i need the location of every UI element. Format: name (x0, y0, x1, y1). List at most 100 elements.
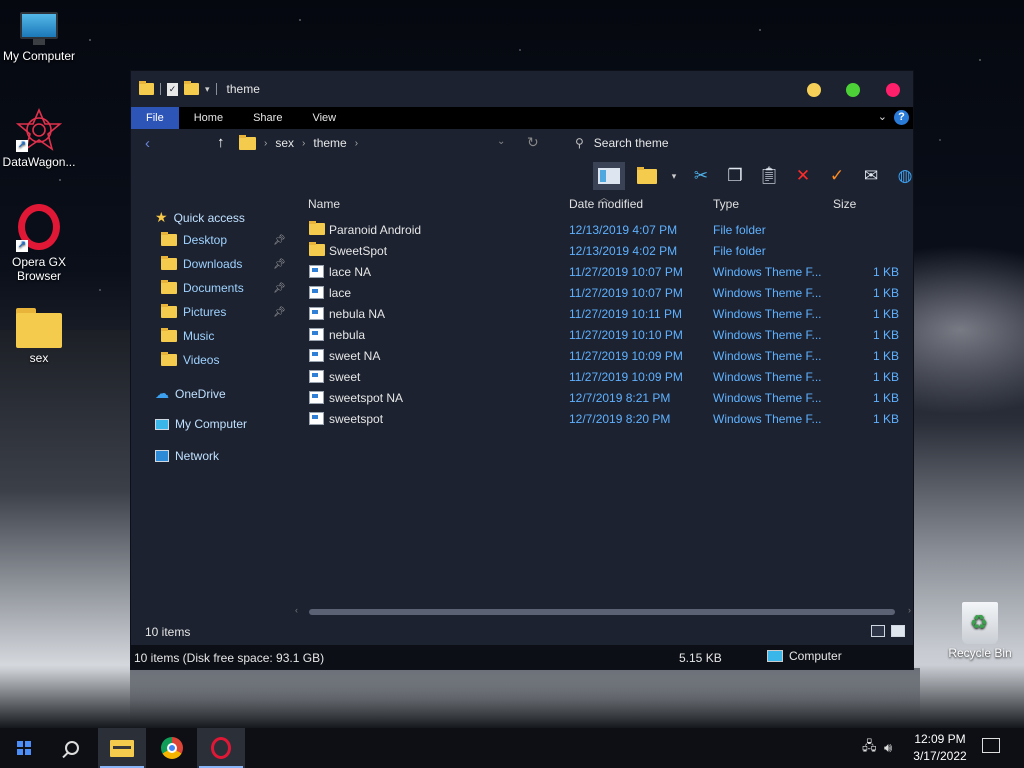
nav-item-downloads[interactable]: Downloads (161, 256, 242, 271)
file-row[interactable]: lace NA 11/27/2019 10:07 PM Windows Theme … (303, 261, 915, 282)
file-row[interactable]: sweet NA 11/27/2019 10:09 PM Windows Theme… (303, 345, 915, 366)
nav-item-videos[interactable]: Videos (161, 352, 219, 367)
breadcrumb-item[interactable]: sex (275, 136, 294, 150)
cut-icon[interactable]: ✂ (689, 164, 713, 188)
file-date: 12/7/2019 8:21 PM (569, 391, 671, 405)
column-header-name[interactable]: Name (308, 197, 340, 211)
nav-item-pictures[interactable]: Pictures (161, 304, 226, 319)
file-row[interactable]: nebula 11/27/2019 10:10 PM Windows Theme F… (303, 324, 915, 345)
desktop-icon-recycle-bin[interactable]: Recycle Bin (942, 602, 1018, 660)
scroll-thumb[interactable] (309, 609, 895, 615)
chevron-down-icon[interactable]: ⌄ (497, 136, 505, 147)
tab-view[interactable]: View (297, 107, 351, 129)
nav-item-documents[interactable]: Documents (161, 280, 244, 295)
desktop-icon-label: sex (29, 351, 49, 365)
taskbar-file-explorer[interactable] (98, 728, 146, 768)
tab-share[interactable]: Share (238, 107, 297, 129)
nav-my-computer[interactable]: My Computer (155, 417, 247, 431)
nav-onedrive[interactable]: ☁ OneDrive (155, 385, 226, 402)
volume-icon[interactable]: 🔊︎ (884, 728, 892, 768)
start-button[interactable] (0, 728, 48, 768)
file-name: sweet (329, 370, 361, 384)
rename-check-icon[interactable]: ✓ (825, 164, 849, 188)
folder-icon[interactable] (139, 81, 154, 95)
file-row[interactable]: sweetspot 12/7/2019 8:20 PM Windows Theme … (303, 408, 915, 429)
details-view-icon[interactable] (871, 625, 885, 637)
clock-date: 3/17/2022 (913, 749, 967, 763)
pin-icon[interactable]: 📌︎ (273, 235, 286, 246)
up-arrow-icon[interactable]: ↑ (217, 134, 225, 151)
file-size: 1 KB (872, 370, 899, 384)
copy-icon[interactable]: ❐ (723, 164, 747, 188)
taskbar-opera[interactable] (197, 728, 245, 768)
nav-network[interactable]: Network (155, 449, 219, 463)
file-row[interactable]: SweetSpot 12/13/2019 4:02 PM File folder (303, 240, 915, 261)
column-header-date[interactable]: Date modified (569, 197, 643, 211)
expand-ribbon-icon[interactable]: ⌄ (878, 110, 887, 123)
selection-size: 5.15 KB (679, 651, 722, 665)
help-icon[interactable]: ? (894, 110, 909, 125)
file-row[interactable]: sweetspot NA 12/7/2019 8:21 PM Windows The… (303, 387, 915, 408)
pin-icon[interactable]: 📌︎ (273, 283, 286, 294)
file-row[interactable]: nebula NA 11/27/2019 10:11 PM Windows Them… (303, 303, 915, 324)
network-tray-icon[interactable]: 🖧︎ (862, 728, 877, 768)
properties-icon[interactable]: ✓ (167, 82, 178, 96)
minimize-button[interactable] (807, 83, 821, 97)
column-header-type[interactable]: Type (713, 197, 739, 211)
nav-quick-access[interactable]: ★ Quick access (155, 209, 245, 226)
breadcrumb: › sex › theme › (239, 134, 358, 150)
chevron-down-icon[interactable]: ▾ (669, 164, 679, 188)
scroll-right-icon[interactable]: › (908, 605, 911, 615)
large-icons-view-icon[interactable] (891, 625, 905, 637)
file-type: Windows Theme F... (713, 349, 822, 363)
search-input[interactable]: ⚲ Search theme (575, 136, 669, 150)
file-date: 11/27/2019 10:07 PM (569, 265, 683, 279)
clock[interactable]: 12:09 PM 3/17/2022 (902, 731, 978, 765)
file-date: 12/13/2019 4:02 PM (569, 244, 678, 258)
preview-pane-button[interactable] (593, 162, 625, 190)
pin-icon[interactable]: 📌︎ (273, 307, 286, 318)
desktop-icon-label: DataWagon... (2, 155, 76, 169)
chevron-down-icon[interactable]: ▾ (205, 84, 210, 95)
scroll-left-icon[interactable]: ‹ (295, 605, 298, 615)
desktop-icon-my-computer[interactable]: My Computer (0, 12, 78, 63)
column-header-size[interactable]: Size (833, 197, 856, 211)
desktop-icon-opera-gx[interactable]: ↗ Opera GX Browser (0, 204, 78, 283)
breadcrumb-item[interactable]: theme (313, 136, 346, 150)
file-row[interactable]: lace 11/27/2019 10:07 PM Windows Theme F..… (303, 282, 915, 303)
maximize-button[interactable] (846, 83, 860, 97)
theme-file-icon (309, 412, 324, 425)
file-row[interactable]: sweet 11/27/2019 10:09 PM Windows Theme F.… (303, 366, 915, 387)
nav-item-desktop[interactable]: Desktop (161, 232, 227, 247)
folder-icon (161, 304, 177, 318)
tab-home[interactable]: Home (179, 107, 238, 129)
search-icon: ⚲ (575, 136, 584, 150)
close-button[interactable] (886, 83, 900, 97)
paste-icon[interactable]: 📋︎ (757, 164, 781, 188)
file-size: 1 KB (872, 307, 899, 321)
tab-file[interactable]: File (131, 107, 179, 129)
back-arrow-icon[interactable]: ‹ (145, 135, 150, 152)
email-icon[interactable]: ✉ (859, 164, 883, 188)
desktop-icon-datawagon[interactable]: ↗ DataWagon... (0, 107, 78, 169)
folder-icon (161, 328, 177, 342)
folder-icon (309, 242, 325, 256)
theme-file-icon (309, 286, 324, 299)
new-folder-button[interactable] (635, 164, 659, 188)
pin-icon[interactable]: 📌︎ (273, 259, 286, 270)
file-row[interactable]: Paranoid Android 12/13/2019 4:07 PM File f… (303, 219, 915, 240)
desktop-icon-label: Opera GX Browser (11, 255, 67, 283)
taskbar-chrome[interactable] (148, 728, 196, 768)
delete-icon[interactable]: ✕ (791, 164, 815, 188)
new-folder-icon[interactable] (184, 81, 199, 95)
globe-icon[interactable]: ◍ (893, 164, 917, 188)
notification-icon[interactable] (982, 738, 1000, 753)
search-button[interactable] (48, 728, 96, 768)
nav-item-music[interactable]: Music (161, 328, 214, 343)
horizontal-scrollbar[interactable]: ‹ › (295, 605, 911, 617)
desktop-icon-sex-folder[interactable]: sex (0, 308, 78, 365)
refresh-icon[interactable]: ↻ (527, 134, 539, 151)
file-size: 1 KB (872, 265, 899, 279)
title-bar[interactable]: ✓ ▾ theme (131, 71, 913, 107)
details-status-bar: 10 items (Disk free space: 93.1 GB) 5.15… (131, 645, 913, 669)
